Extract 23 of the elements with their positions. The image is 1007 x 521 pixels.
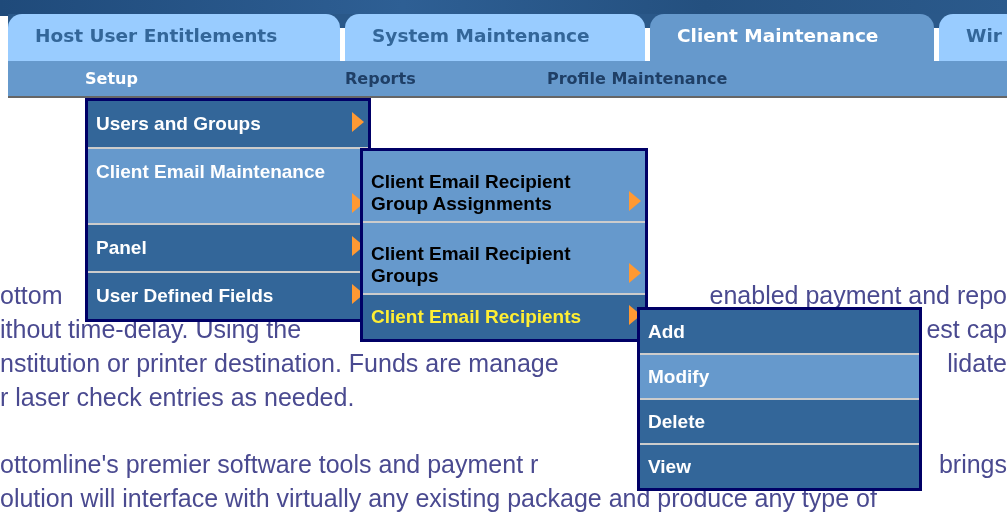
menu-item[interactable]: Delete — [640, 400, 919, 443]
tab[interactable]: System Maintenance — [345, 14, 645, 61]
paragraph-text: nstitution or printer destination. Funds are manage — [0, 348, 559, 378]
tab[interactable]: Client Maintenance — [650, 14, 934, 61]
paragraph-text: ottomline's premier software tools and payment r — [0, 449, 539, 479]
tab[interactable]: Wir — [939, 14, 1007, 61]
tab[interactable]: Host User Entitlements — [8, 14, 340, 61]
nav-link[interactable]: Reports — [345, 69, 547, 88]
menu-item[interactable]: View — [640, 445, 919, 488]
nav-link[interactable]: Setup — [85, 69, 345, 88]
menu-item[interactable]: Users and Groups — [88, 101, 368, 147]
paragraph-text: enabled payment and repo — [709, 280, 1007, 310]
menu-item[interactable]: Modify — [640, 355, 919, 398]
nav-link[interactable]: Profile Maintenance — [547, 69, 728, 88]
menu-item[interactable]: Client Email Recipient Groups — [363, 223, 645, 293]
paragraph-text: lidate — [947, 348, 1007, 378]
menu-item[interactable]: Client Email Recipient Group Assignments — [363, 151, 645, 221]
paragraph-text: r laser check entries as needed. — [0, 382, 355, 412]
paragraph-text: ottom — [0, 280, 63, 310]
menu-item[interactable]: Client Email Recipients — [363, 295, 645, 339]
paragraph-text: est cap — [926, 314, 1007, 344]
menu-item[interactable]: Add — [640, 310, 919, 353]
paragraph-text: brings — [938, 449, 1007, 479]
